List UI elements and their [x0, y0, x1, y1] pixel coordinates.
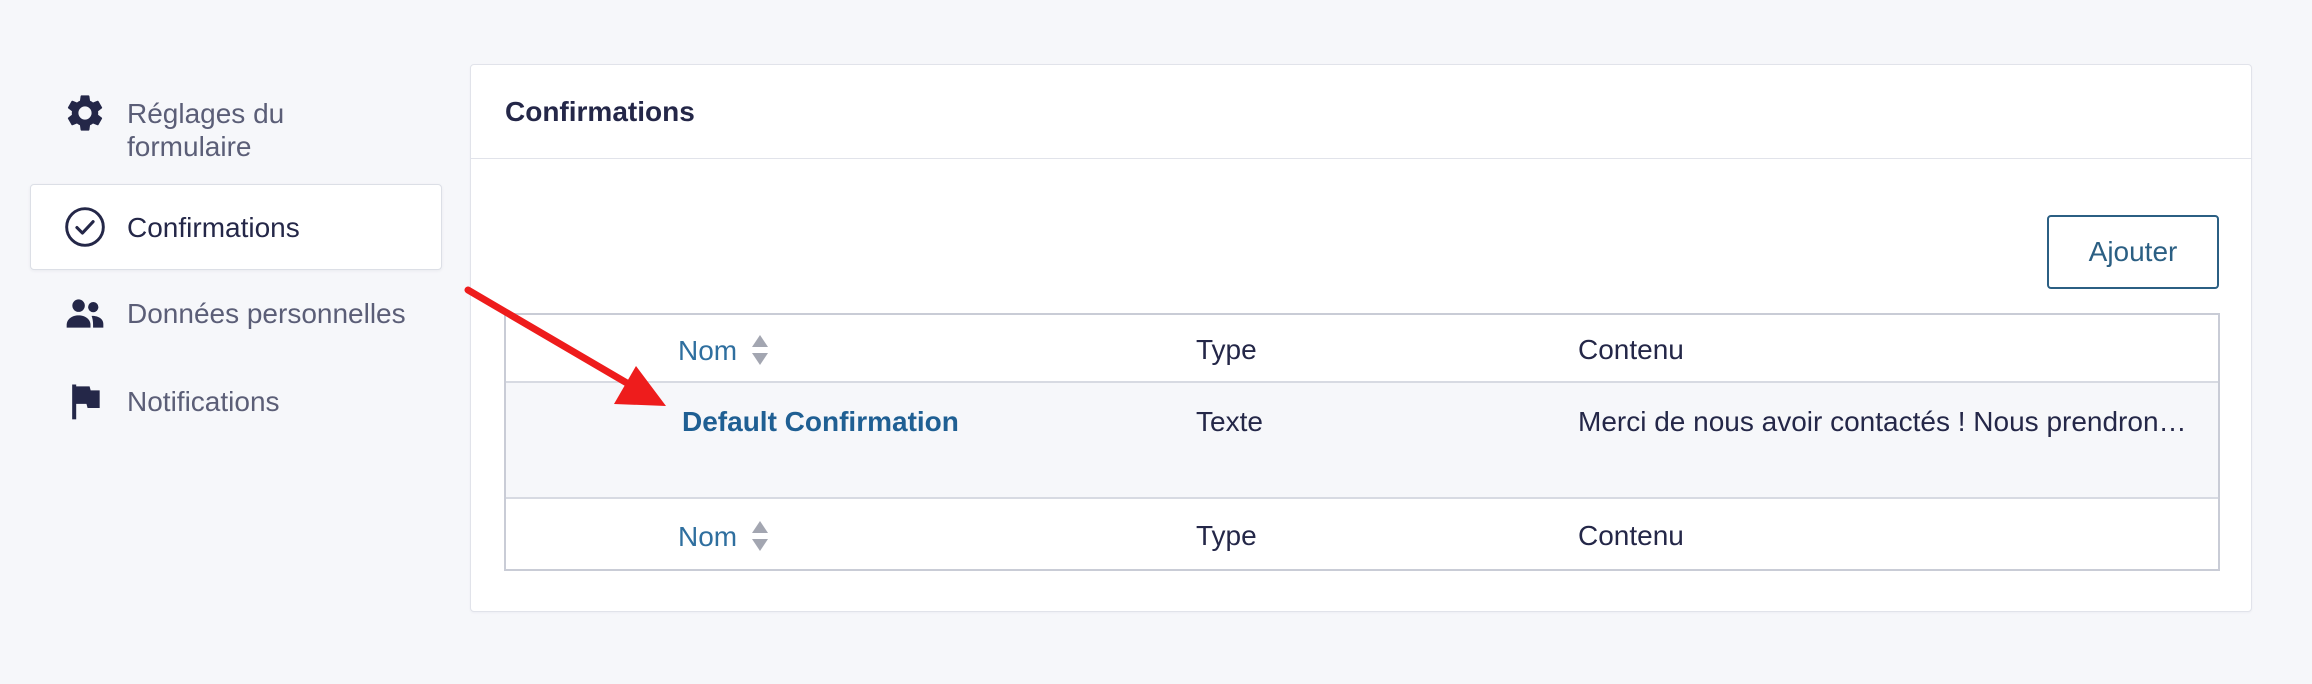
sidebar-item-label: Confirmations	[127, 211, 300, 243]
flag-icon	[63, 379, 107, 423]
sidebar-item-label: Réglages du formulaire	[127, 98, 285, 162]
gear-icon	[63, 91, 107, 135]
users-icon	[63, 291, 107, 335]
check-circle-icon	[63, 205, 107, 249]
confirmation-name-link[interactable]: Default Confirmation	[682, 405, 959, 438]
table-footer-row: Nom Type Contenu	[506, 501, 2218, 569]
table-header-row: Nom Type Contenu	[506, 315, 2218, 383]
sort-by-name-link-footer[interactable]: Nom	[678, 519, 771, 553]
sidebar-item-personal-data[interactable]: Données personnelles	[30, 270, 442, 356]
table-row: Default Confirmation Texte Merci de nous…	[506, 383, 2218, 499]
column-header-type: Type	[1196, 334, 1257, 365]
column-footer-name: Nom	[678, 520, 738, 552]
panel-title: Confirmations	[505, 95, 695, 127]
page: Réglages du formulaire Confirmations Don…	[0, 0, 2312, 684]
sidebar-item-label: Notifications	[127, 385, 280, 417]
sidebar-item-confirmations[interactable]: Confirmations	[30, 184, 442, 270]
sidebar-item-notifications[interactable]: Notifications	[30, 358, 442, 444]
panel-header: Confirmations	[471, 65, 2251, 159]
add-confirmation-button[interactable]: Ajouter	[2047, 215, 2219, 289]
column-header-name: Nom	[678, 334, 738, 366]
confirmation-content: Merci de nous avoir contactés ! Nous pre…	[1578, 406, 2198, 437]
column-header-content: Contenu	[1578, 334, 1684, 365]
column-footer-content: Contenu	[1578, 520, 1684, 551]
sort-icon	[752, 521, 769, 551]
confirmation-type: Texte	[1196, 406, 1263, 437]
sidebar-item-form-settings[interactable]: Réglages du formulaire	[30, 76, 442, 184]
sidebar-item-label: Données personnelles	[127, 297, 406, 329]
confirmations-panel: Confirmations Ajouter Nom Type Contenu D…	[470, 64, 2252, 612]
sort-icon	[752, 335, 769, 365]
column-footer-type: Type	[1196, 520, 1257, 551]
sort-by-name-link[interactable]: Nom	[678, 333, 771, 367]
confirmations-table: Nom Type Contenu Default Confirmation Te…	[504, 313, 2220, 571]
